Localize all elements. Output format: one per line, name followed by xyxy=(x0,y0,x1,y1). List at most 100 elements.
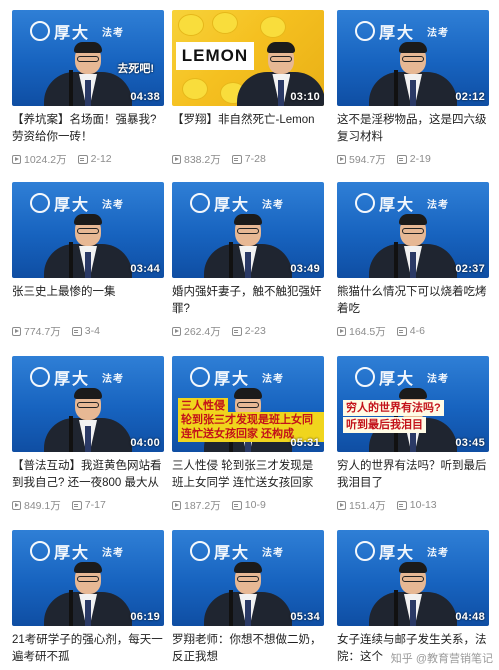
presenter-glasses xyxy=(237,228,259,234)
video-thumbnail[interactable]: 厚大 法考 04:48 xyxy=(337,530,489,626)
thumbnail-banner: 厚大 法考 xyxy=(190,538,310,564)
video-title[interactable]: 三人性侵 轮到张三才发现是班上女同学 连忙送女孩回家 还 xyxy=(172,458,324,492)
video-thumbnail[interactable]: 厚大 法考 02:37 xyxy=(337,182,489,278)
presenter-tie xyxy=(278,80,285,106)
brand-sub: 法考 xyxy=(427,27,450,39)
video-title[interactable]: 【养坑案】名场面！强暴我?劳资给你一砖！ xyxy=(12,112,164,146)
video-duration: 06:19 xyxy=(130,611,160,623)
video-card[interactable]: 厚大 法考 穷人的世界有法吗? 听到最后我泪目 03:45 穷人的世界有法吗？听到最后我泪… xyxy=(337,356,489,512)
video-duration: 02:12 xyxy=(455,91,485,103)
presenter-tie xyxy=(85,80,91,106)
video-title[interactable]: 婚内强奸妻子，触不触犯强奸罪? xyxy=(172,284,324,318)
danmaku-count: 7-28 xyxy=(244,153,266,165)
presenter-hair xyxy=(399,214,427,225)
video-title[interactable]: 【罗翔】非自然死亡-Lemon xyxy=(172,112,324,146)
presenter-tie xyxy=(410,252,416,278)
presenter-hair xyxy=(74,42,102,53)
video-meta: 838.2万 7-28 xyxy=(172,152,324,166)
lemon-fruit xyxy=(212,12,238,34)
microphone xyxy=(393,590,398,626)
thumbnail-caption-line: 穷人的世界有法吗? xyxy=(343,400,444,416)
presenter-tie xyxy=(410,80,416,106)
brand-logo-icon xyxy=(30,21,50,41)
video-title[interactable]: 21考研学子的强心剂，每天一遍考研不孤 xyxy=(12,632,164,666)
video-thumbnail[interactable]: 厚大 法考 穷人的世界有法吗? 听到最后我泪目 03:45 xyxy=(337,356,489,452)
video-title[interactable]: 罗翔老师：你想不想做二奶，反正我想 xyxy=(172,632,324,666)
microphone xyxy=(393,242,398,278)
thumbnail-banner: 厚大 法考 xyxy=(190,190,310,216)
thumbnail-banner: 厚大 法考 xyxy=(30,364,150,390)
video-thumbnail[interactable]: LEMON 03:10 xyxy=(172,10,324,106)
play-count-icon xyxy=(12,326,21,336)
danmaku-icon xyxy=(77,154,88,164)
presenter-glasses xyxy=(402,576,424,582)
presenter-tie xyxy=(85,600,91,626)
video-duration: 03:45 xyxy=(455,437,485,449)
video-title[interactable]: 【普法互动】我逛黄色网站看到我自己? 还一夜800 最大从 xyxy=(12,458,164,492)
presenter-glasses xyxy=(270,56,293,62)
thumbnail-banner: 厚大 法考 xyxy=(355,364,475,390)
video-card[interactable]: 厚大 法考 02:37 熊猫什么情况下可以烧着吃烤着吃 164.5万 4-6 xyxy=(337,182,489,338)
video-card[interactable]: 厚大 法考 04:00 【普法互动】我逛黄色网站看到我自己? 还一夜800 最大从 84… xyxy=(12,356,164,512)
video-title[interactable]: 张三史上最惨的一集 xyxy=(12,284,164,318)
brand-logo-icon xyxy=(355,193,375,213)
danmaku-count: 10-13 xyxy=(409,499,437,511)
video-card[interactable]: 厚大法考06:1921考研学子的强心剂，每天一遍考研不孤11.8万414 xyxy=(12,530,164,670)
brand-sub: 法考 xyxy=(102,27,125,39)
brand-name: 厚大 xyxy=(379,543,416,562)
video-thumbnail[interactable]: 厚大 法考 03:49 xyxy=(172,182,324,278)
play-count-icon xyxy=(12,500,21,510)
video-thumbnail[interactable]: 厚大法考三人性侵轮到张三才发现是班上女同学连忙送女孩回家 还构成05:31 xyxy=(172,356,324,452)
video-card[interactable]: 厚大法考04:48女子连续与邮子发生关系，法院：这个394.8万 xyxy=(337,530,489,670)
video-card[interactable]: 厚大法考三人性侵轮到张三才发现是班上女同学连忙送女孩回家 还构成05:31 三人性… xyxy=(172,356,324,512)
play-count-icon xyxy=(337,154,346,164)
video-thumbnail[interactable]: 厚大 法考 02:12 xyxy=(337,10,489,106)
video-thumbnail[interactable]: 厚大 法考 04:00 xyxy=(12,356,164,452)
presenter-hair xyxy=(74,214,102,225)
brand-name: 厚大 xyxy=(54,369,91,388)
brand-logo-icon xyxy=(355,21,375,41)
brand-name: 厚大 xyxy=(379,195,416,214)
video-title[interactable]: 穷人的世界有法吗？听到最后我泪目了 xyxy=(337,458,489,492)
video-card[interactable]: 厚大法考05:34罗翔老师：你想不想做二奶，反正我想459.9万2.6万 xyxy=(172,530,324,670)
video-thumbnail[interactable]: 厚大 法考 06:19 xyxy=(12,530,164,626)
brand-name: 厚大 xyxy=(214,195,251,214)
brand-logo-icon xyxy=(190,367,210,387)
video-duration: 02:37 xyxy=(455,263,485,275)
play-count-icon xyxy=(337,500,346,510)
video-grid: 厚大 法考 去死吧! 04:38 【养坑案】名场面！强暴我?劳资给你一砖！ 1024.2万… xyxy=(0,0,499,670)
video-card[interactable]: LEMON 03:10 【罗翔】非自然死亡-Lemon 838.2万 7-28 xyxy=(172,10,324,166)
brand-name: 厚大 xyxy=(214,543,251,562)
video-meta: 849.1万 7-17 xyxy=(12,498,164,512)
video-card[interactable]: 厚大 法考 03:44 张三史上最惨的一集 774.7万 3-4 xyxy=(12,182,164,338)
danmaku-count: 4-6 xyxy=(409,325,425,337)
presenter-figure xyxy=(369,562,457,626)
presenter-tie xyxy=(245,600,251,626)
video-thumbnail[interactable]: 厚大 法考 03:44 xyxy=(12,182,164,278)
video-thumbnail[interactable]: 厚大 法考 去死吧! 04:38 xyxy=(12,10,164,106)
presenter-glasses xyxy=(77,56,99,62)
presenter-tie xyxy=(410,600,416,626)
video-card[interactable]: 厚大 法考 02:12 这不是淫秽物品，这是四六级复习材料 594.7万 2-19 xyxy=(337,10,489,166)
brand-sub: 法考 xyxy=(102,547,125,559)
video-meta: 774.7万 3-4 xyxy=(12,324,164,338)
presenter-figure xyxy=(44,388,132,452)
thumbnail-caption-line: 连忙送女孩回家 还构成 xyxy=(178,426,298,442)
brand-logo-icon xyxy=(30,193,50,213)
microphone xyxy=(228,590,233,626)
view-count: 849.1万 xyxy=(24,499,61,512)
video-card[interactable]: 厚大 法考 03:49 婚内强奸妻子，触不触犯强奸罪? 262.4万 2-23 xyxy=(172,182,324,338)
presenter-hair xyxy=(399,42,427,53)
presenter-glasses xyxy=(237,576,259,582)
video-thumbnail[interactable]: 厚大 法考 05:34 xyxy=(172,530,324,626)
presenter-tie xyxy=(245,252,251,278)
play-count-icon xyxy=(172,326,181,336)
video-duration: 03:49 xyxy=(290,263,320,275)
video-meta: 262.4万 2-23 xyxy=(172,324,324,338)
play-count-icon xyxy=(337,326,346,336)
brand-sub: 法考 xyxy=(427,199,450,211)
video-title[interactable]: 熊猫什么情况下可以烧着吃烤着吃 xyxy=(337,284,489,318)
video-title[interactable]: 这不是淫秽物品，这是四六级复习材料 xyxy=(337,112,489,146)
video-card[interactable]: 厚大 法考 去死吧! 04:38 【养坑案】名场面！强暴我?劳资给你一砖！ 1024.2万… xyxy=(12,10,164,166)
video-duration: 05:34 xyxy=(290,611,320,623)
